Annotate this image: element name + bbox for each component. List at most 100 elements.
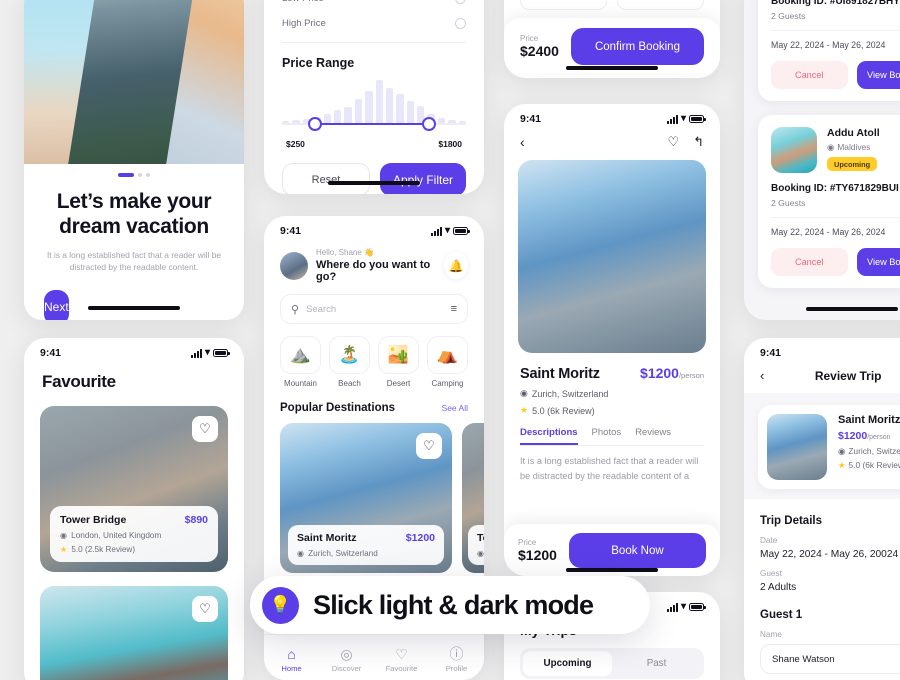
popular-destinations-carousel[interactable]: ♡ Saint Moritz $1200 ◉ Zurich, Switzerla… (264, 414, 484, 573)
filter-option-low-price[interactable]: Low Price (282, 0, 466, 11)
category-beach[interactable]: 🏝️ Beach (329, 336, 370, 388)
date-value: May 22, 2024 - May 26, 20024 (760, 549, 899, 560)
avatar[interactable] (280, 251, 308, 280)
tab-upcoming[interactable]: Upcoming (523, 651, 612, 676)
onboarding-hero-collage (24, 0, 244, 164)
popular-card-tower-bridge[interactable]: Tow ◉ (462, 423, 484, 573)
age-select[interactable]: 28 ▾ (520, 0, 607, 10)
guest-name-input[interactable]: Shane Watson (760, 644, 900, 674)
detail-tabs: Descriptions Photos Reviews (504, 416, 720, 445)
wifi-icon: ▾ (680, 113, 686, 124)
share-icon[interactable]: ↰ (693, 134, 704, 150)
popular-destinations-header: Popular Destinations See All (264, 388, 484, 414)
category-label: Mountain (284, 379, 317, 388)
trip-details-title: Trip Details (760, 515, 822, 527)
dot-2[interactable] (138, 173, 142, 177)
onboarding-title: Let’s make your dream vacation (24, 190, 244, 240)
destination-location: ◉ Maldives (827, 142, 871, 152)
destination-price: $1200 (405, 532, 435, 544)
category-desert[interactable]: 🏜️ Desert (378, 336, 419, 388)
onboarding-pagination-dots[interactable] (24, 173, 244, 177)
view-booking-button[interactable]: View Booking (856, 248, 900, 276)
slider-knob-min[interactable] (308, 117, 322, 131)
heart-icon[interactable]: ♡ (667, 134, 679, 150)
promo-banner-text: Slick light & dark mode (313, 589, 594, 620)
price-range-slider[interactable] (282, 117, 466, 131)
heart-icon[interactable]: ♡ (192, 596, 218, 622)
heart-icon[interactable]: ♡ (192, 416, 218, 442)
destination-location: ◉ London, United Kingdom (60, 530, 162, 541)
star-icon: ★ (520, 405, 529, 415)
tab-home[interactable]: ⌂ Home (264, 647, 319, 673)
dot-3[interactable] (146, 173, 150, 177)
detail-title-row: Saint Moritz $1200/person (504, 353, 720, 382)
tab-reviews[interactable]: Reviews (635, 427, 671, 445)
confirm-booking-button[interactable]: Confirm Booking (570, 28, 704, 65)
booking-id: Booking ID: #TY671829BUI (771, 183, 899, 194)
destination-detail-screen: 9:41 ▾ ‹ ♡ ↰ Saint Moritz $1200/person ◉… (504, 104, 720, 576)
detail-hero-image (518, 160, 706, 353)
heart-icon[interactable]: ♡ (416, 433, 442, 459)
wifi-icon: ▾ (444, 225, 450, 236)
tab-past[interactable]: Past (612, 651, 701, 676)
sliders-icon[interactable]: ≡ (451, 303, 457, 315)
pin-icon: ◉ (520, 388, 528, 398)
trip-summary-card[interactable]: Saint Moritz $1200/person ◉ Zurich, Swit… (758, 405, 900, 489)
tab-photos[interactable]: Photos (592, 427, 622, 445)
reset-button[interactable]: Reset (282, 163, 370, 194)
booking-card-1[interactable]: Booking ID: #UI891827BHY 2 Guests May 22… (758, 0, 900, 101)
wifi-icon: ▾ (204, 347, 210, 358)
tab-descriptions[interactable]: Descriptions (520, 427, 578, 445)
category-mountain[interactable]: ⛰️ Mountain (280, 336, 321, 388)
age-field: Age 28 ▾ (520, 0, 607, 10)
destination-location: ◉ Zurich, Switzerland (297, 548, 378, 559)
booking-actions: Cancel View Booking (771, 248, 900, 276)
home-header: Hello, Shane 👋 Where do you want to go? … (264, 240, 484, 283)
booking-summary: Addu Atoll ◉ Maldives Upcoming (771, 127, 900, 173)
booking-card-2[interactable]: Addu Atoll ◉ Maldives Upcoming Booking I… (758, 115, 900, 288)
favourite-screen: 9:41 ▾ Favourite ♡ Tower Bridge $890 ◉ L… (24, 338, 244, 680)
tab-discover[interactable]: ◎ Discover (319, 647, 374, 673)
search-input[interactable]: ⚲ Search ≡ (280, 294, 468, 324)
see-all-link[interactable]: See All (442, 403, 468, 413)
favourite-card-tower-bridge[interactable]: ♡ Tower Bridge $890 ◉ London, United Kin… (40, 406, 228, 572)
dot-1[interactable] (118, 173, 134, 177)
radio-icon[interactable] (455, 0, 466, 4)
tab-label: Home (281, 663, 302, 673)
bell-icon[interactable]: 🔔 (444, 252, 468, 279)
pin-icon: ◉ (838, 446, 846, 456)
greeting-text: Hello, Shane 👋 (316, 248, 374, 257)
radio-icon[interactable] (455, 18, 466, 29)
trip-thumbnail (767, 414, 827, 480)
destination-location: ◉ Zurich, Switzerland (838, 446, 900, 456)
destination-price: $1200/person (838, 430, 891, 442)
apply-filter-button[interactable]: Apply Filter (380, 163, 466, 194)
review-trip-screen: 9:41 ▾ ‹ Review Trip Saint Moritz $1200/… (744, 338, 900, 680)
home-indicator (328, 181, 420, 185)
slider-knob-max[interactable] (422, 117, 436, 131)
tab-favourite[interactable]: ♡ Favourite (374, 647, 429, 673)
confirm-bottom-bar: Price $2400 Confirm Booking (504, 18, 720, 73)
back-icon[interactable]: ‹ (520, 134, 525, 150)
view-booking-button[interactable]: View Booking (856, 61, 900, 89)
tab-profile[interactable]: ⓘ Profile (429, 647, 484, 673)
next-button[interactable]: Next (44, 289, 69, 320)
favourite-card-addu-atoll[interactable]: ♡ (40, 586, 228, 680)
booking-id: Booking ID: #UI891827BHY (771, 0, 900, 7)
gender-select[interactable]: Male ▾ (617, 0, 704, 10)
category-list: ⛰️ Mountain 🏝️ Beach 🏜️ Desert ⛺ Camping (264, 324, 484, 388)
mobile-number-label: Mobile Number (744, 674, 900, 680)
popular-card-saint-moritz[interactable]: ♡ Saint Moritz $1200 ◉ Zurich, Switzerla… (280, 423, 452, 573)
battery-icon (213, 349, 230, 357)
cancel-button[interactable]: Cancel (771, 248, 848, 276)
book-now-button[interactable]: Book Now (568, 533, 706, 568)
price-min-label: $250 (286, 139, 305, 149)
filter-option-high-price[interactable]: High Price (282, 11, 466, 36)
popular-card-info: Tow ◉ (468, 525, 484, 565)
cancel-button[interactable]: Cancel (771, 61, 848, 89)
onboarding-screen: Let’s make your dream vacation It is a l… (24, 0, 244, 320)
status-bar: 9:41 ▾ (744, 338, 900, 362)
booking-guests: 2 Guests (771, 198, 806, 208)
home-indicator (566, 66, 658, 70)
category-camping[interactable]: ⛺ Camping (427, 336, 468, 388)
